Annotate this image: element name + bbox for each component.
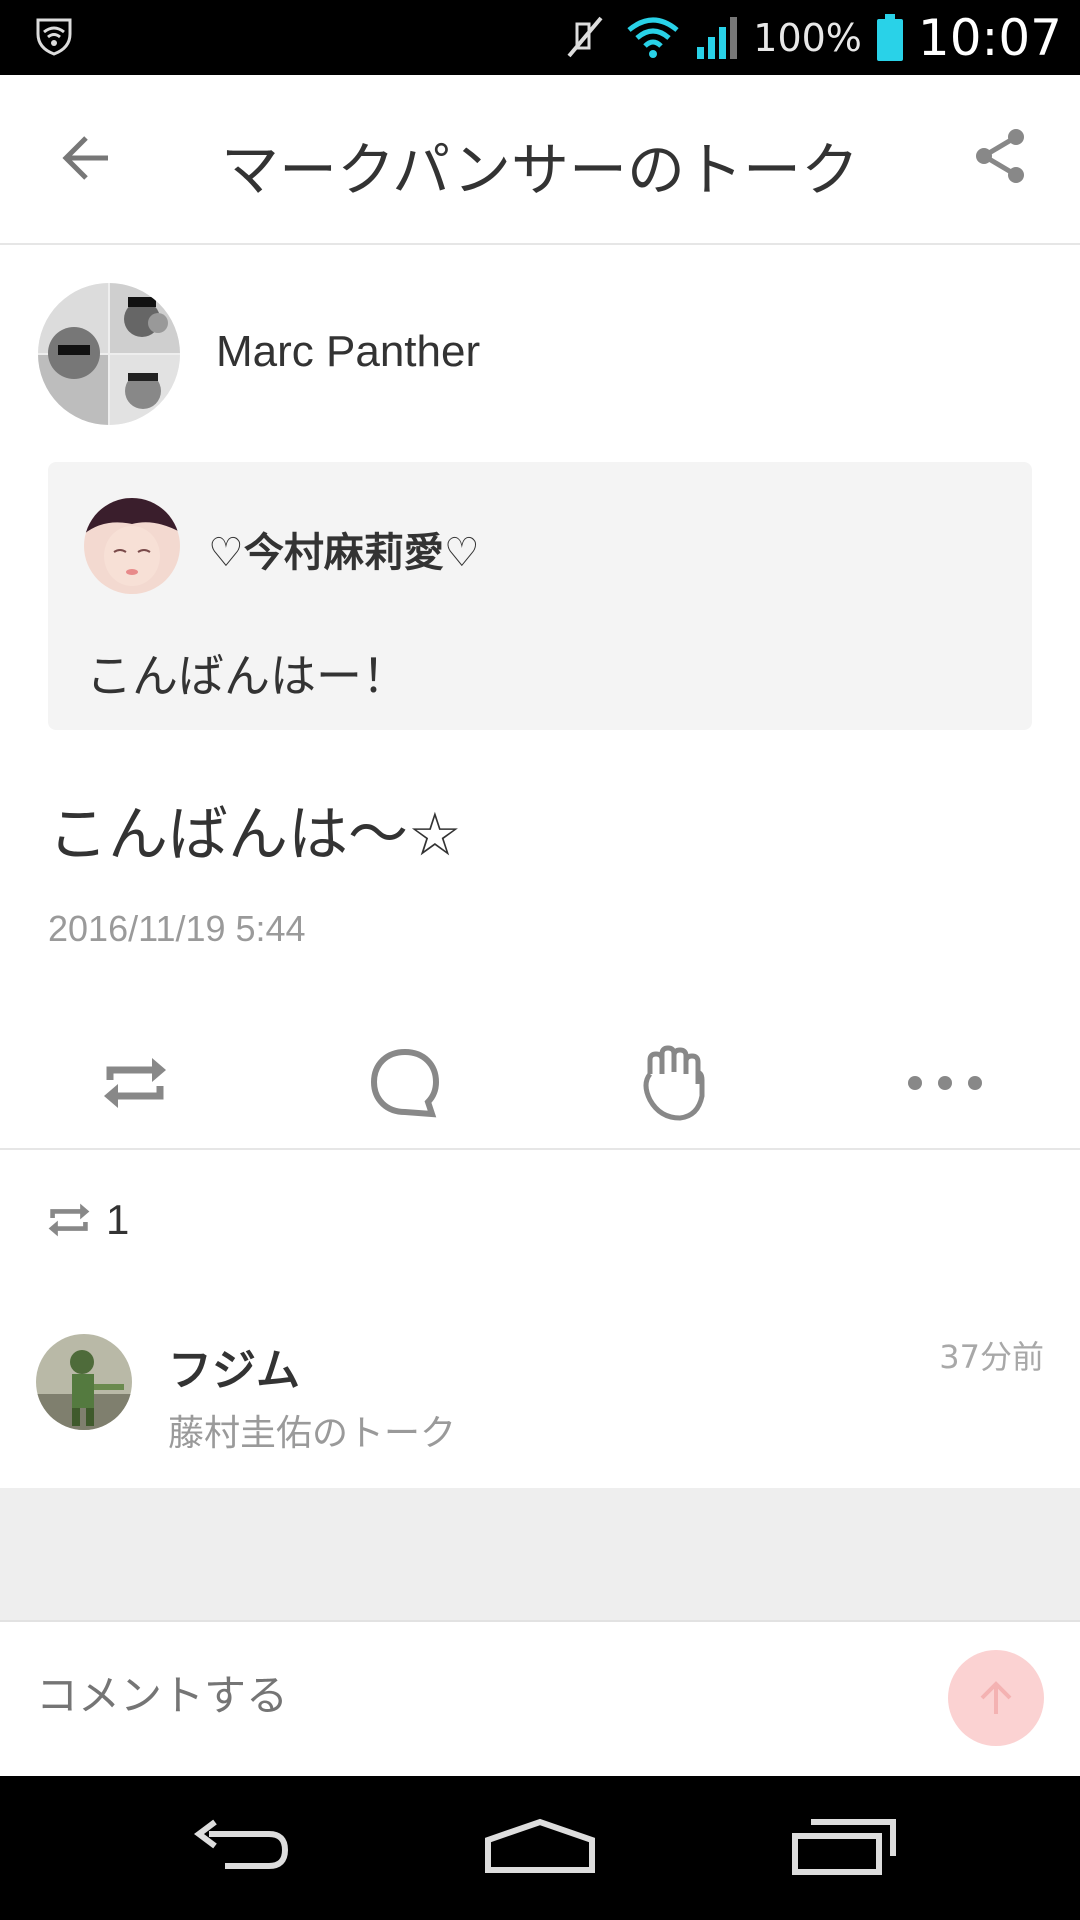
nav-home-icon — [485, 1818, 595, 1873]
nav-recents-icon — [792, 1819, 896, 1875]
author-name[interactable]: Marc Panther — [216, 327, 480, 377]
nav-home-button[interactable] — [480, 1806, 600, 1886]
reposter-talk-title[interactable]: 藤村圭佑のトーク — [168, 1404, 456, 1456]
wifi-icon — [627, 17, 679, 58]
share-icon[interactable] — [970, 125, 1032, 187]
shield-wifi-icon — [36, 18, 72, 56]
more-button[interactable] — [900, 1038, 990, 1128]
signal-icon — [697, 16, 738, 59]
repost-small-icon — [48, 1203, 90, 1237]
post-action-bar — [0, 1020, 1080, 1150]
clap-button[interactable] — [630, 1038, 720, 1128]
author-avatar[interactable] — [38, 283, 180, 425]
repost-button[interactable] — [90, 1038, 180, 1128]
post-timestamp: 2016/11/19 5:44 — [48, 908, 306, 949]
page-title: マークパンサーのトーク — [220, 136, 859, 204]
system-nav-bar — [0, 1776, 1080, 1920]
content-footer-space — [0, 1488, 1080, 1620]
post-body: こんばんは～☆ — [48, 800, 462, 870]
comment-button[interactable] — [360, 1038, 450, 1128]
list-item[interactable]: フジム 藤村圭佑のトーク 37分前 — [0, 1310, 1080, 1490]
reposter-name[interactable]: フジム — [168, 1334, 300, 1398]
send-button[interactable] — [948, 1650, 1044, 1746]
quoted-post-text: こんばんはー！ — [86, 649, 408, 703]
battery-icon — [876, 13, 903, 61]
clock: 10:07 — [917, 8, 1062, 67]
back-arrow-icon[interactable] — [58, 130, 114, 186]
quoted-user-avatar[interactable] — [84, 498, 180, 594]
app-header: マークパンサーのトーク — [0, 75, 1080, 245]
clap-icon — [643, 1045, 705, 1121]
arrow-up-icon — [980, 1681, 1012, 1714]
nav-recents-button[interactable] — [784, 1806, 904, 1886]
comment-input[interactable] — [36, 1672, 836, 1720]
more-icon — [908, 1076, 982, 1090]
nav-back-button[interactable] — [180, 1806, 300, 1886]
comment-bar — [0, 1620, 1080, 1776]
status-bar: 100% 10:07 — [0, 0, 1080, 75]
mute-icon — [567, 16, 603, 57]
repost-icon — [104, 1058, 166, 1108]
repost-count-value: 1 — [106, 1196, 130, 1243]
quoted-user-name[interactable]: ♡今村麻莉愛♡ — [208, 520, 480, 578]
repost-count: 1 — [46, 1195, 129, 1245]
comment-icon — [370, 1048, 440, 1118]
nav-back-icon — [194, 1819, 289, 1869]
reposter-time: 37分前 — [939, 1338, 1044, 1376]
post-author: Marc Panther — [0, 247, 1080, 447]
battery-percent: 100% — [753, 15, 862, 60]
reposter-avatar[interactable] — [36, 1334, 132, 1430]
quoted-post[interactable]: ♡今村麻莉愛♡ こんばんはー！ — [48, 462, 1032, 730]
